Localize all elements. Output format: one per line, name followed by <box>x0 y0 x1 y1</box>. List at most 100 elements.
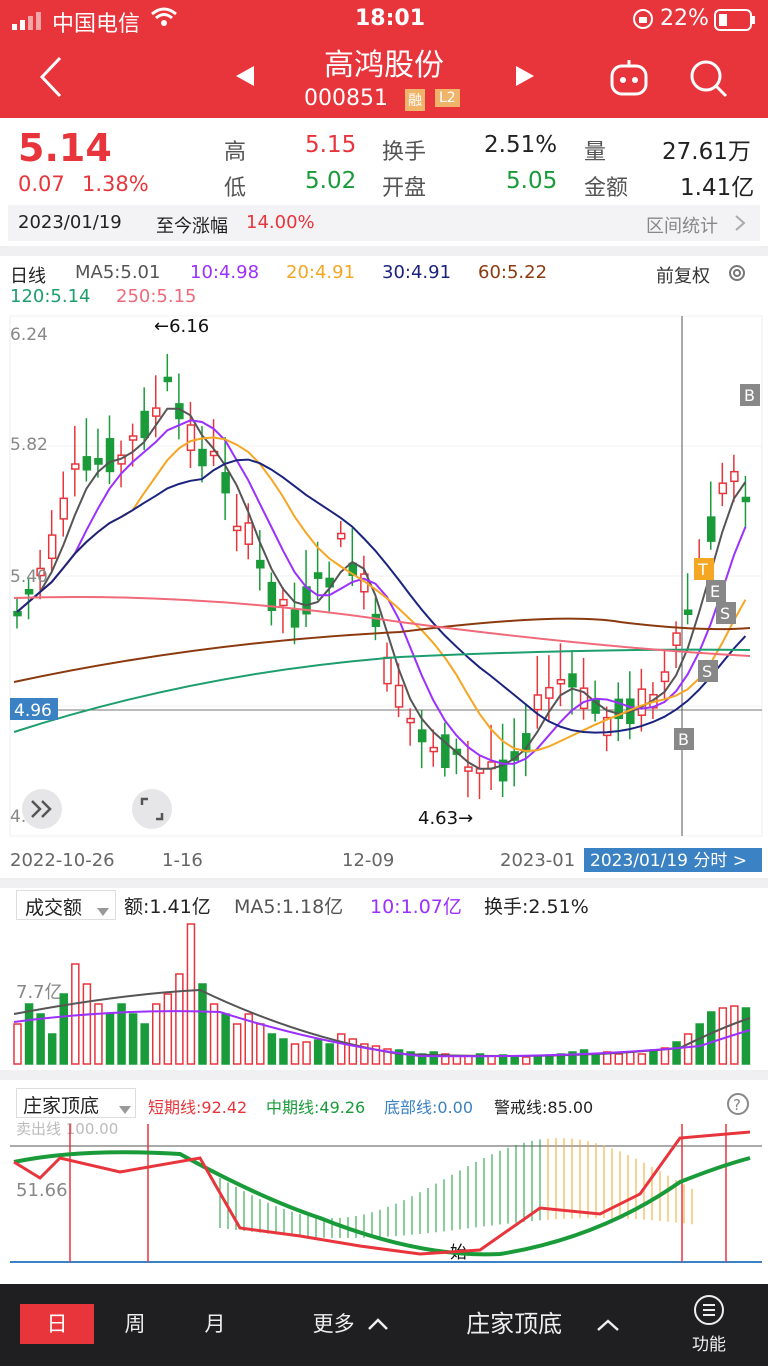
function-button[interactable]: 功能 <box>684 1294 734 1358</box>
candle-body <box>429 746 438 753</box>
ma120-label: 120:5.14 <box>10 286 91 307</box>
candle-body <box>232 525 242 532</box>
x-label-0: 2022-10-26 <box>10 850 115 871</box>
stock-title: 高鸿股份 <box>324 48 444 83</box>
candle-body <box>94 458 103 465</box>
volume-bar <box>267 1033 277 1065</box>
volume-label: 量 <box>584 140 607 165</box>
bottom-toolbar: 日 周 月 更多 庄家顶底 功能 <box>0 1284 768 1366</box>
volume-ma10: 10:1.07亿 <box>370 896 462 918</box>
volume-bar <box>707 1011 716 1065</box>
volume-selector[interactable]: 成交额 <box>16 890 116 920</box>
volume-bar <box>325 1043 334 1065</box>
ma250-label: 250:5.15 <box>116 286 197 307</box>
more-tab[interactable]: 更多 <box>296 1304 406 1344</box>
candle-body <box>660 671 670 683</box>
clock: 18:01 <box>355 6 426 31</box>
volume-turnover: 换手:2.51% <box>484 896 589 918</box>
prev-stock-icon[interactable] <box>234 64 256 92</box>
mid-line-value: 中期线:49.26 <box>266 1098 366 1117</box>
wifi-icon <box>150 6 178 34</box>
volume-bar <box>36 1013 45 1065</box>
amount-label: 金额 <box>584 176 629 201</box>
price-change: 0.07 <box>18 172 65 196</box>
signal-icon <box>12 10 48 36</box>
volume-bar <box>209 1003 219 1065</box>
ma5-line <box>16 407 747 770</box>
rotation-lock-icon <box>632 8 654 36</box>
candle-body <box>417 729 427 743</box>
y-label-2: 5.82 <box>10 435 48 455</box>
candle-body <box>279 598 288 607</box>
volume-bar <box>591 1053 600 1065</box>
adjust-mode[interactable]: 前复权 <box>656 262 710 288</box>
x-label-1: 1-16 <box>162 850 203 871</box>
x-label-3: 2023-01 <box>500 850 575 871</box>
low-value: 5.02 <box>305 168 357 194</box>
volume-bar <box>741 1007 751 1065</box>
candle-body <box>47 534 57 560</box>
low-label: 低 <box>224 176 247 201</box>
volume-bar <box>198 983 207 1065</box>
candle-body <box>718 482 728 495</box>
settings-gear-icon[interactable] <box>726 262 748 289</box>
tab-week[interactable]: 周 <box>100 1304 170 1344</box>
ma10-label: 10:4.98 <box>190 262 260 283</box>
candle-body <box>371 613 381 627</box>
indicator-chart[interactable]: 卖出线 100.00 51.66 始 <box>0 1118 768 1268</box>
period-label[interactable]: 日线 <box>10 262 46 288</box>
ma60-label: 60:5.22 <box>478 262 548 283</box>
next-stock-icon[interactable] <box>514 64 536 92</box>
signal-tag: B <box>678 730 689 749</box>
chevron-up-icon <box>596 1319 619 1331</box>
range-bar[interactable]: 2023/01/19 至今涨幅 14.00% 区间统计 <box>8 205 760 241</box>
indicator-y-label: 51.66 <box>16 1180 68 1201</box>
volume-bar <box>672 1041 681 1065</box>
indicator-switch[interactable]: 庄家顶底 <box>448 1304 638 1344</box>
candle-body <box>221 472 230 494</box>
help-icon[interactable]: ? <box>726 1092 750 1120</box>
candle-body <box>741 496 751 503</box>
low-marker: 4.63→ <box>418 808 473 829</box>
candle-body <box>244 522 253 545</box>
tab-month[interactable]: 月 <box>180 1304 250 1344</box>
candle-body <box>24 588 34 595</box>
indicator-selector[interactable]: 庄家顶底 <box>16 1088 136 1118</box>
search-icon[interactable] <box>688 58 730 104</box>
volume-chart[interactable]: 7.7亿 <box>0 918 768 1068</box>
fullscreen-icon[interactable] <box>132 789 172 829</box>
candle-body <box>383 656 392 685</box>
volume-bar <box>279 1038 288 1065</box>
volume-bar <box>47 1033 57 1065</box>
candle-body <box>152 407 161 417</box>
volume-bar <box>140 1023 149 1065</box>
tab-day[interactable]: 日 <box>20 1304 94 1344</box>
candle-body <box>313 572 323 579</box>
volume-bar <box>256 1023 265 1065</box>
volume-bar <box>221 1013 230 1065</box>
candle-body <box>59 497 68 520</box>
back-icon[interactable] <box>38 56 64 102</box>
candle-body <box>464 766 473 772</box>
range-label: 至今涨幅 <box>156 216 228 237</box>
volume-bar <box>522 1056 531 1065</box>
volume-bar <box>337 1033 346 1065</box>
range-stats-button[interactable]: 区间统计 <box>646 212 718 238</box>
battery-icon <box>714 9 756 37</box>
margin-badge: 融 <box>405 89 425 111</box>
battery-percent: 22% <box>660 6 709 31</box>
ma10-line <box>16 419 747 765</box>
candle-body <box>186 424 196 451</box>
cursor-date-tag[interactable]: 2023/01/19 分时 > <box>590 851 747 871</box>
candle-body <box>71 463 80 470</box>
kline-chart[interactable]: 6.24 5.82 5.40 4.5 4.96 ←6.16 4.63→ BTES… <box>0 312 768 882</box>
volume-bar <box>186 923 196 1065</box>
expand-icon[interactable] <box>22 789 62 829</box>
robot-assistant-icon[interactable] <box>608 58 650 102</box>
volume-bar <box>313 1039 323 1065</box>
candle-body <box>163 376 173 383</box>
divider <box>0 246 768 256</box>
volume-bar <box>348 1038 358 1065</box>
volume-bar <box>71 963 80 1065</box>
bottom-line-value: 底部线:0.00 <box>384 1098 474 1117</box>
